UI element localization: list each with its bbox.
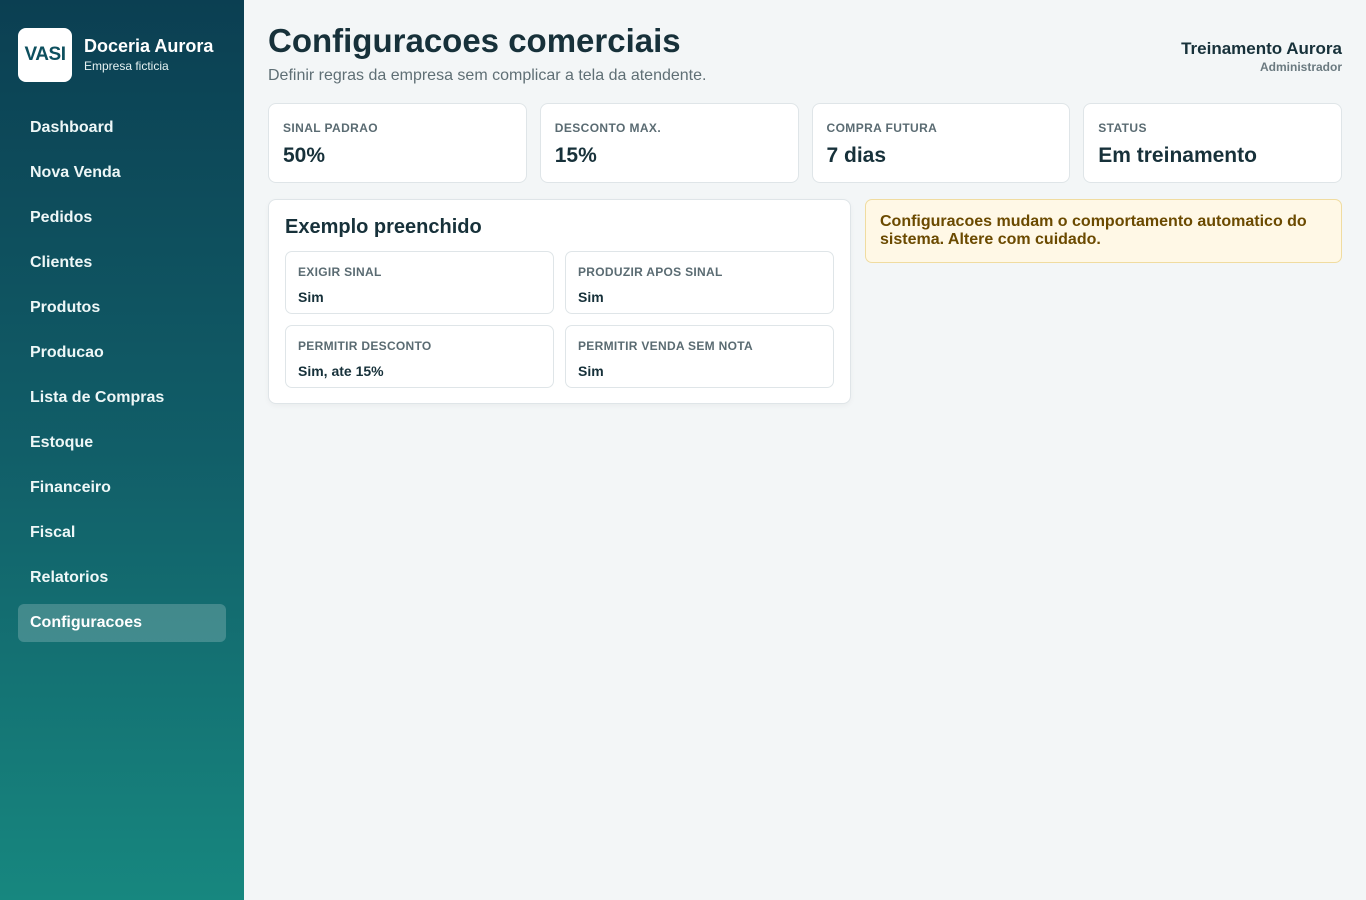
page-title: Configuracoes comerciais: [268, 22, 681, 59]
field-label: EXIGIR SINAL: [298, 265, 382, 279]
sidebar-item-fiscal[interactable]: Fiscal: [18, 514, 226, 552]
stat-label: STATUS: [1098, 121, 1147, 135]
stat-value: 15%: [554, 144, 597, 167]
user-info: Treinamento Aurora Administrador: [1181, 39, 1342, 75]
stat-label: COMPRA FUTURA: [826, 121, 938, 135]
stat-card-compra-futura: COMPRA FUTURA 7 dias: [811, 103, 1071, 183]
field-value: Sim, ate 15%: [298, 363, 384, 379]
page-subtitle: Definir regras da empresa sem complicar …: [268, 67, 707, 84]
stat-card-status: STATUS Em treinamento: [1083, 103, 1342, 183]
example-panel: Exemplo preenchido EXIGIR SINAL Sim PROD…: [268, 199, 851, 404]
main-content: Configuracoes comerciais Definir regras …: [244, 0, 1366, 900]
company-logo: VASI: [18, 28, 72, 82]
sidebar-item-dashboard[interactable]: Dashboard: [18, 109, 226, 147]
user-name: Treinamento Aurora: [1181, 39, 1342, 58]
sidebar-item-pedidos[interactable]: Pedidos: [18, 199, 226, 237]
stat-card-sinal-padrao: SINAL PADRAO 50%: [268, 103, 527, 183]
field-label: PERMITIR DESCONTO: [298, 339, 432, 353]
stat-value: Em treinamento: [1098, 144, 1257, 167]
sidebar-item-configuracoes[interactable]: Configuracoes: [18, 604, 226, 642]
sidebar-nav: Dashboard Nova Venda Pedidos Clientes Pr…: [18, 109, 226, 649]
warning-alert: Configuracoes mudam o comportamento auto…: [865, 199, 1342, 263]
example-title: Exemplo preenchido: [285, 216, 482, 238]
stat-card-desconto-max: DESCONTO MAX. 15%: [539, 103, 799, 183]
user-role: Administrador: [1259, 60, 1342, 74]
brand: VASI Doceria Aurora Empresa ficticia: [18, 28, 213, 82]
stat-label: SINAL PADRAO: [283, 121, 379, 135]
sidebar: VASI Doceria Aurora Empresa ficticia Das…: [0, 0, 244, 900]
sidebar-item-producao[interactable]: Producao: [18, 334, 226, 372]
stat-value: 7 dias: [826, 144, 887, 167]
field-value: Sim: [298, 289, 324, 305]
stat-label: DESCONTO MAX.: [554, 121, 662, 135]
example-fields: EXIGIR SINAL Sim PRODUZIR APOS SINAL Sim…: [285, 251, 834, 388]
sidebar-item-produtos[interactable]: Produtos: [18, 289, 226, 327]
stat-value: 50%: [283, 144, 326, 167]
brand-text: Doceria Aurora Empresa ficticia: [84, 35, 213, 75]
stats-row: SINAL PADRAO 50% DESCONTO MAX. 15% COMPR…: [268, 103, 1342, 183]
field-label: PRODUZIR APOS SINAL: [578, 265, 723, 279]
field-permitir-venda-sem-nota: PERMITIR VENDA SEM NOTA Sim: [565, 325, 834, 388]
field-label: PERMITIR VENDA SEM NOTA: [578, 339, 753, 353]
field-permitir-desconto: PERMITIR DESCONTO Sim, ate 15%: [285, 325, 554, 388]
sidebar-item-relatorios[interactable]: Relatorios: [18, 559, 226, 597]
field-value: Sim: [578, 289, 604, 305]
company-subtitle: Empresa ficticia: [84, 59, 169, 73]
company-name: Doceria Aurora: [84, 36, 214, 56]
field-produzir-apos-sinal: PRODUZIR APOS SINAL Sim: [565, 251, 834, 314]
sidebar-item-estoque[interactable]: Estoque: [18, 424, 226, 462]
field-exigir-sinal: EXIGIR SINAL Sim: [285, 251, 554, 314]
sidebar-item-financeiro[interactable]: Financeiro: [18, 469, 226, 507]
sidebar-item-nova-venda[interactable]: Nova Venda: [18, 154, 226, 192]
field-value: Sim: [578, 363, 604, 379]
sidebar-item-lista-de-compras[interactable]: Lista de Compras: [18, 379, 226, 417]
sidebar-item-clientes[interactable]: Clientes: [18, 244, 226, 282]
